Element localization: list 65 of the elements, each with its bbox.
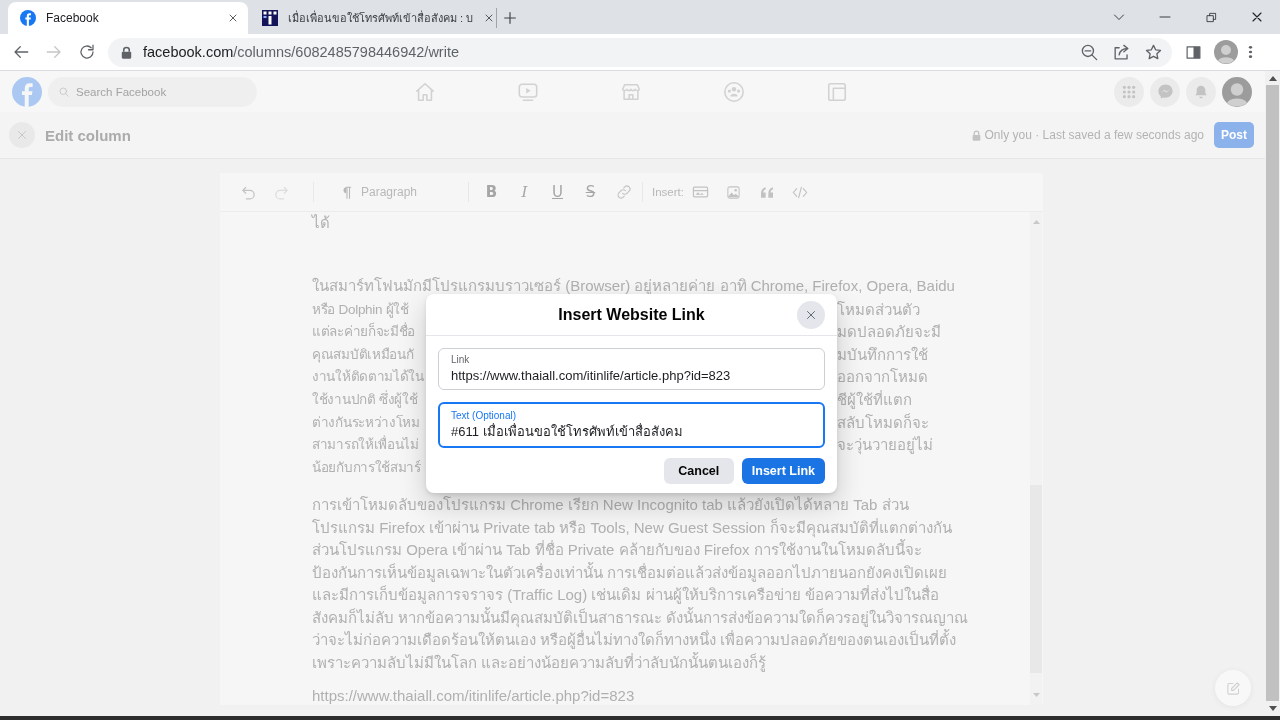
restore-icon[interactable]	[1205, 11, 1217, 23]
tile-icon[interactable]	[825, 80, 848, 103]
chevron-down-icon[interactable]	[1113, 13, 1125, 21]
image-card-icon[interactable]	[692, 185, 709, 199]
paragraph-text: ในสมาร์ทโฟนมักมีโปรแกรมบราวเซอร์ (Browser) อยู่หลายค่าย อาทิ Chrome, Firefox, Opera, Baidu	[312, 277, 955, 294]
close-button[interactable]	[9, 122, 35, 148]
new-tab-icon[interactable]	[502, 10, 518, 26]
search-icon	[58, 85, 70, 98]
scroll-down-arrow[interactable]	[1268, 706, 1277, 711]
page-title: Edit column	[45, 126, 131, 144]
zoom-out-icon[interactable]	[1080, 42, 1099, 62]
profile-avatar[interactable]	[1222, 76, 1252, 107]
notifications-button[interactable]	[1186, 76, 1216, 107]
video-icon[interactable]	[516, 80, 539, 103]
code-icon[interactable]	[791, 185, 808, 199]
menu-button[interactable]	[1114, 76, 1144, 107]
save-status: Only you · Last saved a few seconds ago	[984, 128, 1204, 142]
chat-button[interactable]	[1150, 76, 1180, 107]
star-icon[interactable]	[1144, 42, 1163, 62]
compose-button[interactable]	[1215, 670, 1251, 706]
search-field[interactable]: Search Facebook	[48, 76, 257, 107]
minimize-icon[interactable]	[1159, 16, 1171, 18]
grid-icon	[1122, 84, 1136, 99]
image-icon[interactable]	[726, 184, 741, 200]
chat-icon	[1156, 83, 1174, 100]
site-icon	[262, 10, 278, 26]
paragraph-fragment: โหมดส่วนตัว มดปลอดภัยจะมี มบันทึกการใช้ ออกจากโหมด ชีผู้ใช้ที่แตก สลับโหมดก็จะ จะวุ่นวายอยู่ไม่	[837, 299, 941, 457]
logo-icon	[20, 10, 36, 26]
input-field[interactable]: Link https://www.thaiall.com/itinlife/article.php?id=823	[438, 348, 825, 390]
paragraph-text: https://www.thaiall.com/itinlife/article.php?id=823	[312, 685, 635, 705]
people-icon[interactable]	[722, 80, 745, 103]
back-icon[interactable]	[12, 43, 30, 61]
close-button[interactable]	[797, 300, 825, 329]
input-field[interactable]: Text (Optional) #611 เมื่อเพื่อนขอใช้โทรศัพท์เข้าสื่อสังคม	[438, 402, 825, 448]
paragraph-text: ได้	[312, 213, 330, 233]
italic-button[interactable]: I	[508, 178, 541, 206]
scrollbar-thumb[interactable]	[1266, 85, 1279, 701]
paragraph-fragment: หรือ Dolphin ผู้ใช้ แต่ละค่ายก็จะมีชื่อ คุณสมบัติเหมือนกั งานให้ติดตามได้ใน ใช้งานปกติ ซึ่งผู้ใช้ ต่างกันระหว่างโหม สามารถให้เพื่อนไม่ น้อยกับการใช้สมาร์	[312, 300, 424, 477]
home-icon[interactable]	[413, 80, 436, 103]
reload-icon[interactable]	[78, 43, 96, 61]
quote-icon[interactable]	[758, 185, 775, 199]
share-icon[interactable]	[1112, 42, 1131, 62]
paragraph-text: การเข้าโหมดลับของโปรแกรม Chrome เรียก New Incognito tab แล้วยังเปิดได้หลาย Tab ส่วน โปรแกรม Firefox เข้าผ่าน Private tab หรือ Tools, New Guest Session ก็จะมีคุณสมบัติที่แตกต่างกัน ส่วนโปรแกรม Opera เข้าผ่าน Tab ที่ชื่อ Private คล้ายกับของ Firefox การใช้งานในโหมดลับนี้จะ ป้องกันการเห็นข้อมูลเฉพาะในตัวเครื่องเท่านั้น การเชื่อมต่อแล้วส่งข้อมูลออกไปภายนอกยังคงเปิดเผย และมีการเก็บข้อมูลการจราจร (Traffic Log) เช่นเดิม ผ่านผู้ให้บริการเครือข่าย ข้อความที่ส่งไปในสื่อ สังคมก็ไม่ลับ หากข้อความนั้นมีคุณสมบัติเป็นสาธารณะ ดังนั้นการส่งข้อความใดก็ควรอยู่ในวิจารณญาณ ว่าจะไม่ก่อความเดือดร้อนให้ตนเอง หรือผู้อื่นไม่ทางใดก็ทางหนึ่ง เพื่อความปลอดภัยของตนเองเป็นที่ตั้ง เพราะความลับไม่มีในโลก และอย่างน้อยความลับที่ว่าลับนักนั้นตนเองก็รู้	[312, 494, 969, 674]
lock-icon	[971, 129, 981, 141]
logo-icon[interactable]	[12, 76, 42, 107]
lock-icon[interactable]	[121, 45, 132, 59]
close-icon	[15, 128, 29, 142]
side-panel-icon[interactable]	[1185, 43, 1202, 61]
browser-tab[interactable]: เมื่อเพื่อนขอใช้โทรศัพท์เข้าสื่อสังคม : บ	[250, 2, 494, 34]
strikethrough-button[interactable]: S	[574, 178, 607, 206]
close-icon[interactable]	[227, 12, 239, 24]
edit-icon	[1225, 680, 1241, 696]
profile-avatar[interactable]	[1214, 40, 1238, 64]
confirm-button[interactable]: Insert Link	[741, 458, 825, 484]
link-icon[interactable]	[615, 184, 632, 200]
bell-icon	[1193, 83, 1209, 100]
browser-tab[interactable]: Facebook	[8, 2, 248, 34]
address-bar[interactable]: facebook.com/columns/6082485798446942/write	[108, 37, 1172, 67]
scroll-up-arrow[interactable]	[1268, 76, 1277, 81]
dialog-title: Insert Website Link	[557, 305, 706, 324]
pilcrow-icon	[342, 185, 352, 199]
cancel-button[interactable]: Cancel	[663, 458, 734, 484]
underline-button[interactable]: U	[541, 178, 574, 206]
menu-icon[interactable]	[1248, 44, 1253, 60]
insert-label: Insert:	[652, 186, 684, 198]
